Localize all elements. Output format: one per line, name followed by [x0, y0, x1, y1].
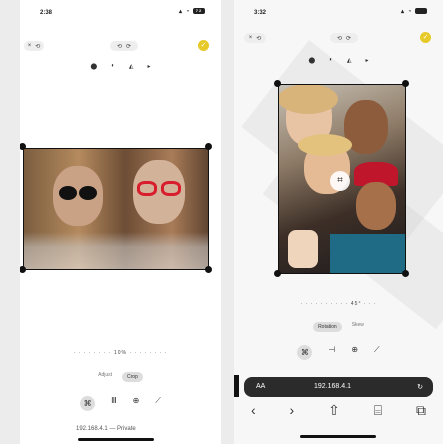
mode-adjust[interactable]: Adjust: [98, 372, 112, 382]
right-phone-screenshot: 3:32 ▴ ◔ × ⟲ ⟲ ⟳ ✓ ⬤ ◐ ◭ ▸ ⌗ · · · · · ·…: [234, 0, 443, 444]
left-phone-screenshot: 2:38 ▴ ◔ 72 × ⟲ ⟲ ⟳ ✓ ⬤ ◐ ◭ ▸ · · · · · …: [20, 0, 221, 444]
battery-icon: [415, 8, 427, 15]
straighten-tool-icon[interactable]: ⊣: [328, 345, 335, 360]
editor-toolbar: × ⟲ ⟲ ⟳ ✓: [20, 38, 221, 54]
shape-icon[interactable]: ◭: [347, 57, 352, 64]
dock-tab[interactable]: ▌: [234, 375, 239, 397]
top-tools: ⬤ ◐ ◭ ▸: [234, 57, 443, 64]
done-button[interactable]: ✓: [420, 32, 431, 43]
url-text: 192.168.4.1 — Private: [76, 426, 136, 432]
mode-rotation[interactable]: Rotation: [313, 322, 342, 332]
mode-crop[interactable]: Crop: [122, 372, 143, 382]
close-icon[interactable]: ×: [249, 35, 253, 41]
status-time: 2:38: [40, 10, 53, 16]
undo-step-icon[interactable]: ⟲: [117, 43, 122, 50]
undo-redo-group[interactable]: ⟲ ⟳: [330, 33, 358, 43]
safari-address-bar[interactable]: AA 192.168.4.1 ↻: [244, 377, 433, 397]
close-undo-group[interactable]: × ⟲: [24, 41, 44, 51]
edit-tabs: ⌘ ⊣ ⊕ ⟋: [234, 345, 443, 360]
close-icon[interactable]: ×: [28, 43, 32, 49]
filter-icon[interactable]: ⬤: [309, 57, 316, 64]
signal-icon: ▴ ◔: [179, 9, 191, 15]
edit-tabs: ⌘ Ⅲ ⊕ ⟋: [20, 396, 221, 411]
crop-handle-top-left[interactable]: [274, 80, 281, 87]
status-time: 3:32: [254, 10, 267, 16]
more-icon[interactable]: ▸: [365, 57, 368, 64]
recenter-icon[interactable]: ⌗: [330, 171, 350, 191]
signal-icon: ▴ ◔: [401, 9, 413, 15]
pen-tool-icon[interactable]: ⟋: [155, 396, 161, 411]
crop-frame: [23, 148, 209, 270]
status-bar: 2:38 ▴ ◔ 72: [20, 4, 221, 24]
reload-icon[interactable]: ↻: [417, 383, 423, 391]
crop-handle-bottom-right[interactable]: [205, 266, 212, 273]
filter-tool-icon[interactable]: ⊕: [133, 396, 140, 411]
redo-icon[interactable]: ⟳: [126, 43, 131, 50]
filter-tool-icon[interactable]: ⊕: [351, 345, 358, 360]
share-icon[interactable]: ⇧: [328, 402, 340, 419]
undo-icon[interactable]: ⟲: [35, 43, 40, 50]
close-undo-group[interactable]: × ⟲: [244, 33, 266, 43]
mode-switch: Adjust Crop: [20, 372, 221, 382]
reader-aa-button[interactable]: AA: [256, 383, 265, 390]
rotation-dial[interactable]: · · · · · · · · · · 45° · · ·: [234, 301, 443, 307]
safari-nav-bar: ‹ › ⇧ ⌸ ⧉: [234, 402, 443, 419]
crop-handle-top-right[interactable]: [205, 143, 212, 150]
crop-handle-top-right[interactable]: [402, 80, 409, 87]
mode-skew[interactable]: Skew: [352, 322, 364, 332]
status-bar: 3:32 ▴ ◔: [234, 4, 443, 24]
back-icon[interactable]: ‹: [251, 402, 256, 419]
home-indicator: [300, 435, 376, 438]
forward-icon[interactable]: ›: [290, 402, 295, 419]
rotation-dial[interactable]: · · · · · · · · 10% · · · · · · · ·: [20, 350, 221, 356]
pen-tool-icon[interactable]: ⟋: [374, 345, 380, 360]
adjust-icon[interactable]: ◐: [329, 57, 333, 64]
editor-toolbar: × ⟲ ⟲ ⟳ ✓: [234, 30, 443, 46]
home-indicator: [78, 438, 154, 441]
crop-tool-icon[interactable]: ⌘: [297, 345, 313, 360]
undo-step-icon[interactable]: ⟲: [337, 35, 342, 42]
bookmarks-icon[interactable]: ⌸: [374, 402, 382, 419]
address-text[interactable]: 192.168.4.1: [314, 383, 351, 390]
done-button[interactable]: ✓: [198, 40, 209, 51]
undo-redo-group[interactable]: ⟲ ⟳: [110, 41, 138, 51]
shape-icon[interactable]: ◭: [129, 63, 134, 70]
more-icon[interactable]: ▸: [147, 63, 150, 70]
redo-icon[interactable]: ⟳: [346, 35, 351, 42]
crop-handle-bottom-right[interactable]: [402, 270, 409, 277]
crop-tool-icon[interactable]: ⌘: [80, 396, 96, 411]
crop-handle-bottom-left[interactable]: [20, 266, 26, 273]
top-tools: ⬤ ◐ ◭ ▸: [20, 63, 221, 70]
bars-tool-icon[interactable]: Ⅲ: [111, 396, 117, 411]
crop-handle-bottom-left[interactable]: [274, 270, 281, 277]
adjust-icon[interactable]: ◐: [111, 63, 115, 70]
mode-switch: Rotation Skew: [234, 322, 443, 332]
filter-icon[interactable]: ⬤: [91, 63, 98, 70]
undo-icon[interactable]: ⟲: [256, 35, 261, 42]
tabs-icon[interactable]: ⧉: [416, 402, 426, 419]
battery-icon: 72: [193, 8, 205, 15]
